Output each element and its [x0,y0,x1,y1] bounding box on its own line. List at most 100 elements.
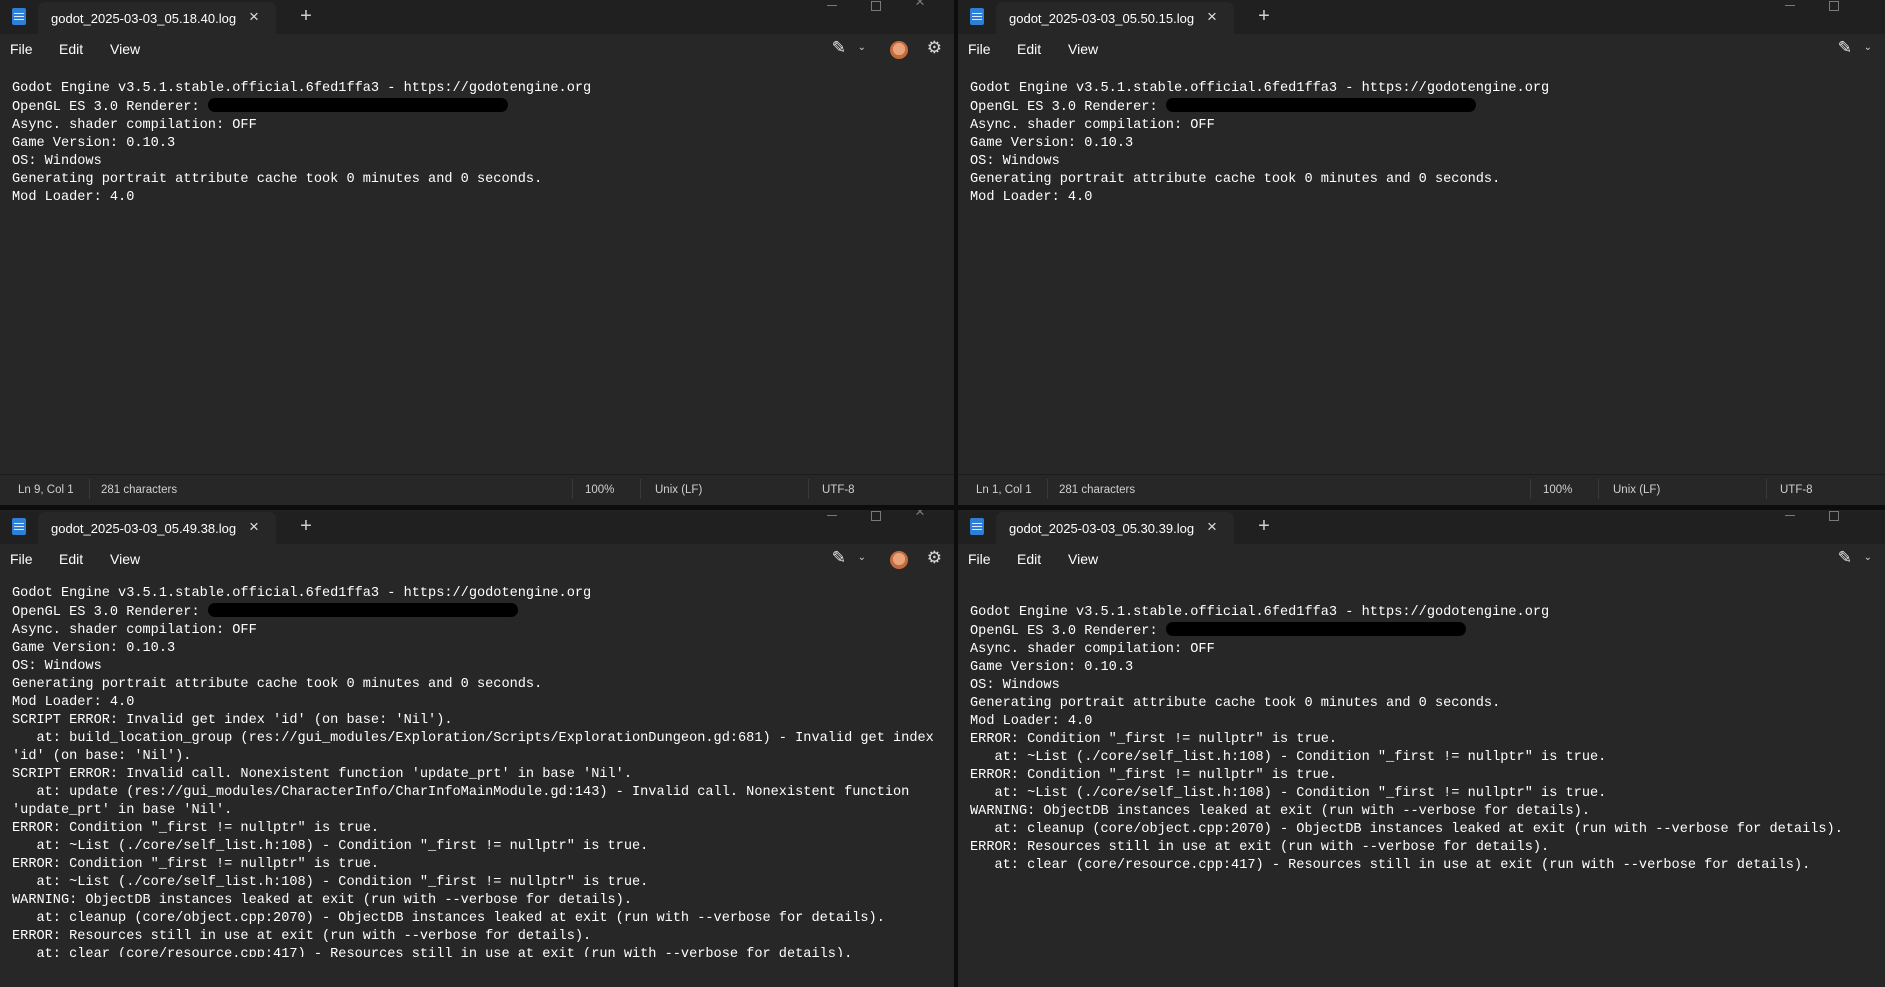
status-zoom[interactable]: 100% [1543,484,1572,496]
log-line: SCRIPT ERROR: Invalid call. Nonexistent … [12,767,632,782]
close-tab-icon[interactable]: × [1202,7,1222,27]
log-line: at: update (res://gui_modules/CharacterI… [12,785,910,800]
status-bar: Ln 1, Col 1 281 characters 100% Unix (LF… [958,474,1885,505]
menu-view[interactable]: View [110,41,140,57]
log-line: WARNING: ObjectDB instances leaked at ex… [12,893,632,908]
notepad-app-icon [12,518,26,535]
close-tab-icon[interactable]: × [244,7,264,27]
log-line: Godot Engine v3.5.1.stable.official.6fed… [970,605,1550,620]
status-encoding[interactable]: UTF-8 [1780,484,1813,496]
menu-file[interactable]: File [968,41,991,57]
close-tab-icon[interactable]: × [244,517,264,537]
close-window-icon[interactable] [898,510,942,526]
avatar[interactable] [890,41,908,59]
chevron-down-icon[interactable]: ⌄ [858,552,866,563]
new-tab-icon[interactable]: + [294,515,318,539]
log-line: Mod Loader: 4.0 [970,714,1093,729]
maximize-icon[interactable] [854,510,898,526]
gear-icon[interactable]: ⚙ [927,38,942,58]
maximize-icon[interactable] [1812,510,1856,526]
text-editor[interactable]: Godot Engine v3.5.1.stable.official.6fed… [970,80,1885,475]
new-tab-icon[interactable]: + [1252,5,1276,29]
log-line: OpenGL ES 3.0 Renderer: [970,98,1885,117]
status-line-endings[interactable]: Unix (LF) [1613,484,1660,496]
maximize-icon[interactable] [1812,0,1856,16]
text-editor[interactable]: Godot Engine v3.5.1.stable.official.6fed… [12,80,948,475]
minimize-icon[interactable] [1768,510,1812,526]
log-line: ERROR: Condition "_first != nullptr" is … [970,732,1338,747]
menu-file[interactable]: File [968,551,991,567]
menu-view[interactable]: View [1068,41,1098,57]
log-line: OS: Windows [970,154,1060,169]
status-divider [640,479,641,499]
log-line: Async. shader compilation: OFF [12,623,257,638]
minimize-icon[interactable] [810,0,854,16]
log-line: OpenGL ES 3.0 Renderer: [12,603,948,622]
chevron-down-icon[interactable]: ⌄ [858,42,866,53]
status-character-count: 281 characters [101,484,178,496]
log-line: at: ~List (./core/self_list.h:108) - Con… [12,839,649,854]
status-divider [808,479,809,499]
log-line: at: clear (core/resource.cpp:417) - Reso… [970,858,1811,873]
menu-edit[interactable]: Edit [1017,551,1041,567]
log-line: at: ~List (./core/self_list.h:108) - Con… [12,875,649,890]
menu-file[interactable]: File [10,551,33,567]
new-tab-icon[interactable]: + [294,5,318,29]
new-tab-icon[interactable]: + [1252,515,1276,539]
maximize-icon[interactable] [854,0,898,16]
avatar[interactable] [890,551,908,569]
menu-view[interactable]: View [1068,551,1098,567]
tab-bar: godot_2025-03-03_05.30.39.log × + [958,510,1885,544]
log-line: at: cleanup (core/object.cpp:2070) - Obj… [12,911,885,926]
copilot-pen-icon[interactable]: ✎ [832,548,846,568]
log-line: at: ~List (./core/self_list.h:108) - Con… [970,786,1607,801]
close-window-icon[interactable] [898,0,942,16]
log-line: SCRIPT ERROR: Invalid get index 'id' (on… [12,713,453,728]
log-line: Generating portrait attribute cache took… [12,172,543,187]
log-line: Game Version: 0.10.3 [970,136,1134,151]
copilot-pen-icon[interactable]: ✎ [1838,38,1852,58]
status-character-count: 281 characters [1059,484,1136,496]
chevron-down-icon[interactable]: ⌄ [1864,552,1872,563]
log-line: ERROR: Condition "_first != nullptr" is … [12,821,380,836]
tab-log-file[interactable]: godot_2025-03-03_05.18.40.log × [38,2,276,34]
log-line: ERROR: Resources still in use at exit (r… [970,840,1550,855]
status-line-endings[interactable]: Unix (LF) [655,484,702,496]
minimize-icon[interactable] [1768,0,1812,16]
tab-log-file[interactable]: godot_2025-03-03_05.50.15.log × [996,2,1234,34]
notepad-window-3: godot_2025-03-03_05.49.38.log × + File E… [0,510,954,987]
log-line: at: clear (core/resource.cpp:417) - Reso… [12,947,853,957]
status-divider [1047,479,1048,499]
menu-edit[interactable]: Edit [1017,41,1041,57]
chevron-down-icon[interactable]: ⌄ [1864,42,1872,53]
log-line: Godot Engine v3.5.1.stable.official.6fed… [12,81,592,96]
gear-icon[interactable]: ⚙ [927,548,942,568]
menu-view[interactable]: View [110,551,140,567]
copilot-pen-icon[interactable]: ✎ [832,38,846,58]
log-line: Generating portrait attribute cache took… [12,677,543,692]
tab-bar: godot_2025-03-03_05.18.40.log × + [0,0,954,34]
menu-bar: File Edit View ✎ ⌄ [958,544,1885,574]
menu-bar: File Edit View ✎ ⌄ [958,34,1885,64]
notepad-app-icon [970,8,984,25]
menu-file[interactable]: File [10,41,33,57]
log-line: OS: Windows [970,678,1060,693]
tab-log-file[interactable]: godot_2025-03-03_05.49.38.log × [38,512,276,544]
log-line: at: ~List (./core/self_list.h:108) - Con… [970,750,1607,765]
log-line: OS: Windows [12,659,102,674]
log-line: at: build_location_group (res://gui_modu… [12,731,934,746]
close-tab-icon[interactable]: × [1202,517,1222,537]
menu-edit[interactable]: Edit [59,41,83,57]
menu-bar: File Edit View ✎ ⌄ ⚙ [0,34,954,64]
log-line: WARNING: ObjectDB instances leaked at ex… [970,804,1590,819]
copilot-pen-icon[interactable]: ✎ [1838,548,1852,568]
status-encoding[interactable]: UTF-8 [822,484,855,496]
menu-edit[interactable]: Edit [59,551,83,567]
tab-log-file[interactable]: godot_2025-03-03_05.30.39.log × [996,512,1234,544]
text-editor[interactable]: Godot Engine v3.5.1.stable.official.6fed… [12,585,948,957]
status-zoom[interactable]: 100% [585,484,614,496]
text-editor[interactable]: Godot Engine v3.5.1.stable.official.6fed… [970,604,1885,957]
minimize-icon[interactable] [810,510,854,526]
redaction-mark [207,603,518,617]
tab-title: godot_2025-03-03_05.50.15.log [1009,11,1195,26]
